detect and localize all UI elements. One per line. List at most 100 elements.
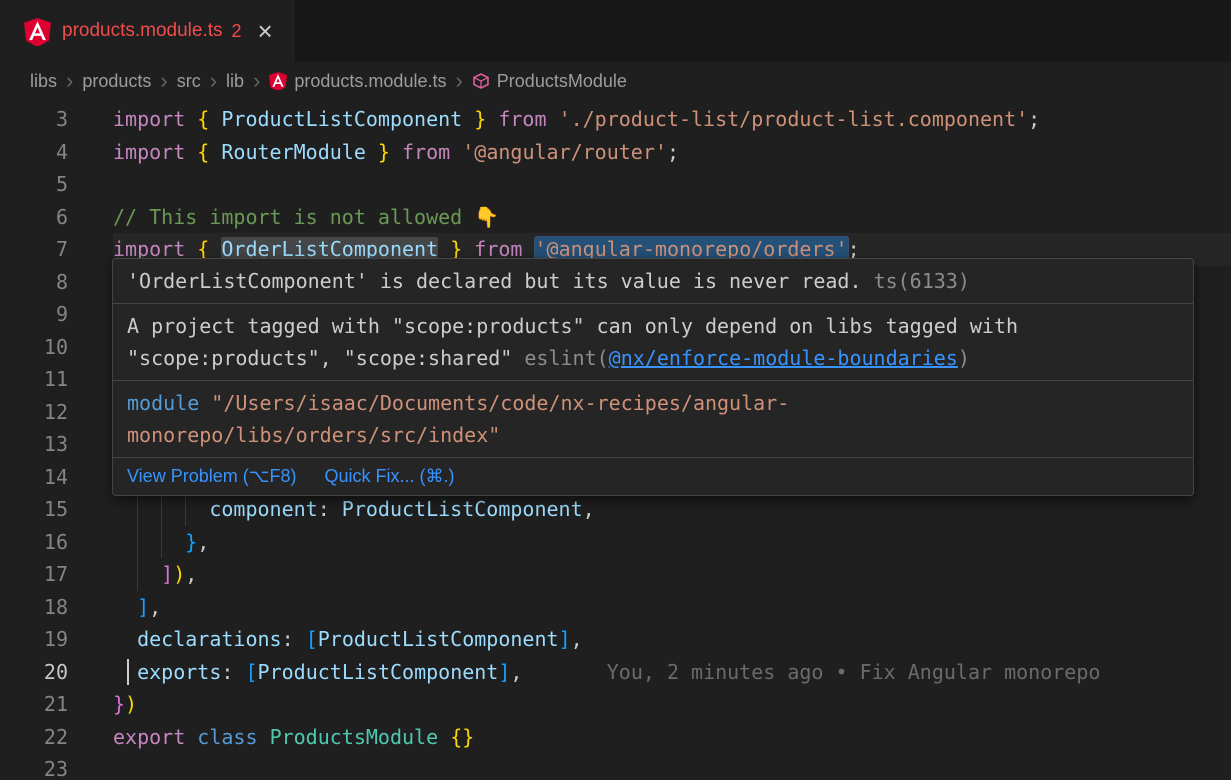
code-token [438, 725, 450, 749]
code-token: ) [173, 562, 185, 586]
code-line-17[interactable]: 17 ]), [0, 558, 1231, 591]
quick-fix-action[interactable]: Quick Fix... (⌘.) [324, 466, 454, 487]
code-token: , [185, 562, 197, 586]
hover-section-1: 'OrderListComponent' is declared but its… [113, 259, 1193, 304]
breadcrumb-item-products-module-ts[interactable]: products.module.ts [269, 71, 446, 92]
line-number: 10 [0, 331, 68, 364]
line-number: 8 [0, 266, 68, 299]
code-token: ) [125, 692, 137, 716]
code-token [185, 140, 197, 164]
line-number: 7 [0, 233, 68, 266]
code-token: } [113, 692, 125, 716]
code-token [185, 107, 197, 131]
code-token: ts(6133) [874, 269, 970, 293]
code-token: ] [498, 660, 510, 684]
code-token: , [197, 530, 209, 554]
code-line-19[interactable]: 19 declarations: [ProductListComponent], [0, 623, 1231, 656]
code-token: ] [161, 562, 173, 586]
code-token: 'OrderListComponent' is declared but its… [127, 269, 862, 293]
line-number: 12 [0, 396, 68, 429]
module-symbol-icon [472, 72, 490, 90]
breadcrumb-item-productsmodule[interactable]: ProductsModule [472, 71, 627, 92]
code-line-4[interactable]: 4import { RouterModule } from '@angular/… [0, 136, 1231, 169]
code-token: } [185, 530, 197, 554]
code-token [486, 107, 498, 131]
hover-message-line: monorepo/libs/orders/src/index" [127, 419, 1179, 451]
code-token [199, 391, 211, 415]
line-number: 6 [0, 201, 68, 234]
code-token: { [197, 107, 209, 131]
code-token [390, 140, 402, 164]
line-number: 14 [0, 461, 68, 494]
code-token: from [498, 107, 546, 131]
line-number: 9 [0, 298, 68, 331]
breadcrumb-item-src[interactable]: src [177, 71, 201, 92]
code-token: ProductListComponent [342, 497, 583, 521]
hover-section-3: module "/Users/isaac/Documents/code/nx-r… [113, 381, 1193, 458]
breadcrumb: libs›products›src›lib› products.module.t… [0, 62, 1231, 100]
git-blame-annotation: You, 2 minutes ago • Fix Angular monorep… [607, 660, 1101, 684]
code-token: 👇 [474, 205, 499, 229]
breadcrumb-label: products [82, 71, 151, 92]
code-line-5[interactable]: 5 [0, 168, 1231, 201]
code-token: {} [450, 725, 474, 749]
code-line-15[interactable]: 15 component: ProductListComponent, [0, 493, 1231, 526]
code-token: ; [667, 140, 679, 164]
breadcrumb-item-products[interactable]: products [82, 71, 151, 92]
code-token: declarations [137, 627, 282, 651]
angular-file-icon [269, 72, 287, 90]
code-token [547, 107, 559, 131]
code-line-23[interactable]: 23 [0, 753, 1231, 780]
code-token: , [510, 660, 522, 684]
hover-section-2: A project tagged with "scope:products" c… [113, 304, 1193, 381]
code-token [862, 269, 874, 293]
breadcrumb-item-lib[interactable]: lib [226, 71, 244, 92]
code-line-20[interactable]: 20 exports: [ProductListComponent],You, … [0, 656, 1231, 689]
breadcrumb-label: src [177, 71, 201, 92]
line-number: 19 [0, 623, 68, 656]
code-token: monorepo/libs/orders/src/index" [127, 423, 500, 447]
code-token: [ [306, 627, 318, 651]
indent-guide [161, 493, 162, 526]
code-token: @nx/enforce-module-boundaries [609, 346, 958, 370]
text-cursor [127, 659, 129, 686]
line-number: 17 [0, 558, 68, 591]
code-token [185, 725, 197, 749]
code-line-18[interactable]: 18 ], [0, 591, 1231, 624]
code-token: module [127, 391, 199, 415]
code-token: RouterModule [209, 140, 378, 164]
indent-guide [185, 493, 186, 526]
chevron-right-icon: › [160, 71, 167, 91]
code-line-3[interactable]: 3import { ProductListComponent } from '.… [0, 103, 1231, 136]
close-icon[interactable]: × [258, 18, 273, 44]
line-number: 22 [0, 721, 68, 754]
indent-guide [137, 493, 138, 526]
code-line-22[interactable]: 22export class ProductsModule {} [0, 721, 1231, 754]
line-number: 5 [0, 168, 68, 201]
code-line-16[interactable]: 16 }, [0, 526, 1231, 559]
code-line-21[interactable]: 21}) [0, 688, 1231, 721]
vscode-window: products.module.ts 2 × libs › products › src… [0, 0, 1231, 780]
code-token [113, 660, 137, 684]
tab-products-module-ts[interactable]: products.module.ts 2 × [0, 0, 294, 62]
code-token: component [209, 497, 317, 521]
code-token: "/Users/isaac/Documents/code/nx-recipes/… [211, 391, 789, 415]
hover-messages: 'OrderListComponent' is declared but its… [113, 259, 1193, 458]
code-token [113, 627, 137, 651]
hover-message-line: "scope:products", "scope:shared" eslint(… [127, 342, 1179, 374]
code-token: ProductListComponent [318, 627, 559, 651]
code-line-6[interactable]: 6// This import is not allowed 👇 [0, 201, 1231, 234]
chevron-right-icon: › [455, 71, 462, 91]
chevron-right-icon: › [66, 71, 73, 91]
breadcrumb-label: libs [30, 71, 57, 92]
code-token: { [197, 140, 209, 164]
breadcrumb-item-libs[interactable]: libs [30, 71, 57, 92]
indent-guide [161, 526, 162, 559]
tab-bar: products.module.ts 2 × [0, 0, 1231, 62]
line-number: 23 [0, 753, 68, 780]
code-token: ; [1028, 107, 1040, 131]
hover-message-line: module "/Users/isaac/Documents/code/nx-r… [127, 387, 1179, 419]
code-token: '@angular/router' [462, 140, 667, 164]
view-problem-action[interactable]: View Problem (⌥F8) [127, 466, 296, 487]
line-number: 15 [0, 493, 68, 526]
